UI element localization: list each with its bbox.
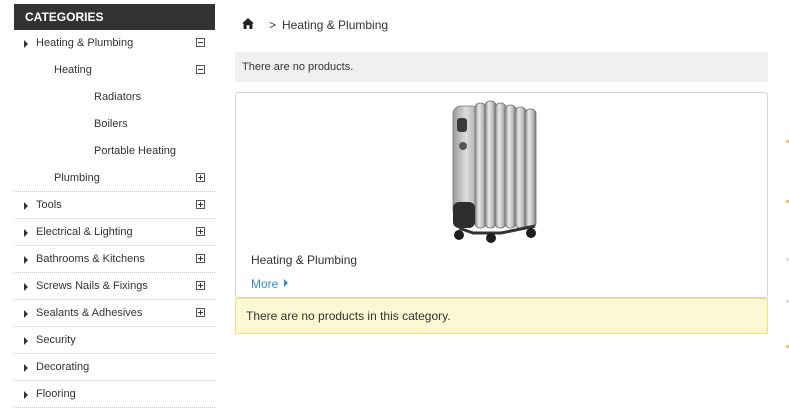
collapse-minus-icon[interactable] [196, 65, 205, 74]
sidebar-item-label: Decorating [36, 361, 90, 373]
sidebar-item-tools[interactable]: Tools [14, 192, 215, 219]
caret-right-icon [24, 364, 28, 372]
collapse-minus-icon[interactable] [196, 38, 205, 47]
toggle-bar [200, 175, 201, 180]
category-list: Heating & Plumbing Heating Radiators Boiler… [14, 30, 215, 408]
toggle-bar [200, 283, 201, 288]
sidebar-item-portable-heating[interactable]: Portable Heating [14, 138, 215, 165]
more-label: More [251, 277, 279, 291]
toggle-bar [200, 256, 201, 261]
caret-right-icon [24, 283, 28, 291]
more-link[interactable]: More [251, 277, 289, 291]
breadcrumb-current: Heating & Plumbing [282, 18, 389, 32]
expand-plus-icon[interactable] [196, 308, 205, 317]
caret-right-icon [24, 391, 28, 399]
right-edge-cutoff [785, 0, 789, 405]
expand-plus-icon[interactable] [196, 173, 205, 182]
caret-right-icon [24, 256, 28, 264]
toggle-bar [198, 42, 203, 43]
expand-plus-icon[interactable] [196, 227, 205, 236]
toggle-bar [198, 69, 203, 70]
sidebar-item-label: Heating [54, 64, 92, 76]
toggle-bar [200, 310, 201, 315]
sidebar-item-label: Portable Heating [94, 145, 176, 157]
sidebar-item-label: Security [36, 334, 76, 346]
product-name[interactable]: Heating & Plumbing [251, 253, 357, 267]
sidebar-item-label: Radiators [94, 91, 142, 103]
sidebar-item-sealants-adhesives[interactable]: Sealants & Adhesives [14, 300, 215, 327]
oil-radiator-heater-image[interactable] [439, 98, 549, 248]
toggle-bar [200, 202, 201, 207]
sidebar-item-screws-nails-fixings[interactable]: Screws Nails & Fixings [14, 273, 215, 300]
sidebar-item-label: Sealants & Adhesives [36, 307, 143, 319]
sidebar-item-label: Heating & Plumbing [36, 37, 134, 49]
toggle-bar [200, 229, 201, 234]
sidebar-item-heating[interactable]: Heating [14, 57, 215, 84]
sidebar-item-electrical-lighting[interactable]: Electrical & Lighting [14, 219, 215, 246]
sidebar-item-label: Boilers [94, 118, 128, 130]
expand-plus-icon[interactable] [196, 281, 205, 290]
sidebar-item-flooring[interactable]: Flooring [14, 381, 215, 408]
sidebar-item-label: Flooring [36, 388, 76, 400]
empty-category-notice: There are no products in this category. [235, 298, 768, 334]
expand-plus-icon[interactable] [196, 200, 205, 209]
sidebar-item-security[interactable]: Security [14, 327, 215, 354]
sidebar-item-label: Electrical & Lighting [36, 226, 133, 238]
caret-right-icon [24, 229, 28, 237]
sidebar-item-heating-plumbing[interactable]: Heating & Plumbing [14, 30, 215, 57]
expand-plus-icon[interactable] [196, 254, 205, 263]
sidebar-item-label: Tools [36, 199, 62, 211]
sidebar-item-decorating[interactable]: Decorating [14, 354, 215, 381]
arrow-right-icon [284, 279, 289, 287]
categories-heading: CATEGORIES [14, 4, 215, 30]
product-card[interactable]: Heating & Plumbing More [235, 92, 768, 298]
breadcrumb-separator: > [269, 18, 277, 32]
category-sidebar: CATEGORIES Heating & Plumbing Heating Radi… [14, 4, 215, 408]
sidebar-item-plumbing[interactable]: Plumbing [14, 165, 215, 192]
sidebar-item-bathrooms-kitchens[interactable]: Bathrooms & Kitchens [14, 246, 215, 273]
no-products-notice: There are no products. [235, 52, 768, 82]
caret-right-icon [24, 337, 28, 345]
sidebar-item-label: Plumbing [54, 172, 100, 184]
sidebar-item-radiators[interactable]: Radiators [14, 84, 215, 111]
caret-right-icon [24, 40, 28, 48]
sidebar-item-label: Bathrooms & Kitchens [36, 253, 145, 265]
sidebar-item-boilers[interactable]: Boilers [14, 111, 215, 138]
caret-right-icon [24, 202, 28, 210]
caret-right-icon [24, 310, 28, 318]
sidebar-item-label: Screws Nails & Fixings [36, 280, 148, 292]
home-icon[interactable] [242, 18, 254, 29]
